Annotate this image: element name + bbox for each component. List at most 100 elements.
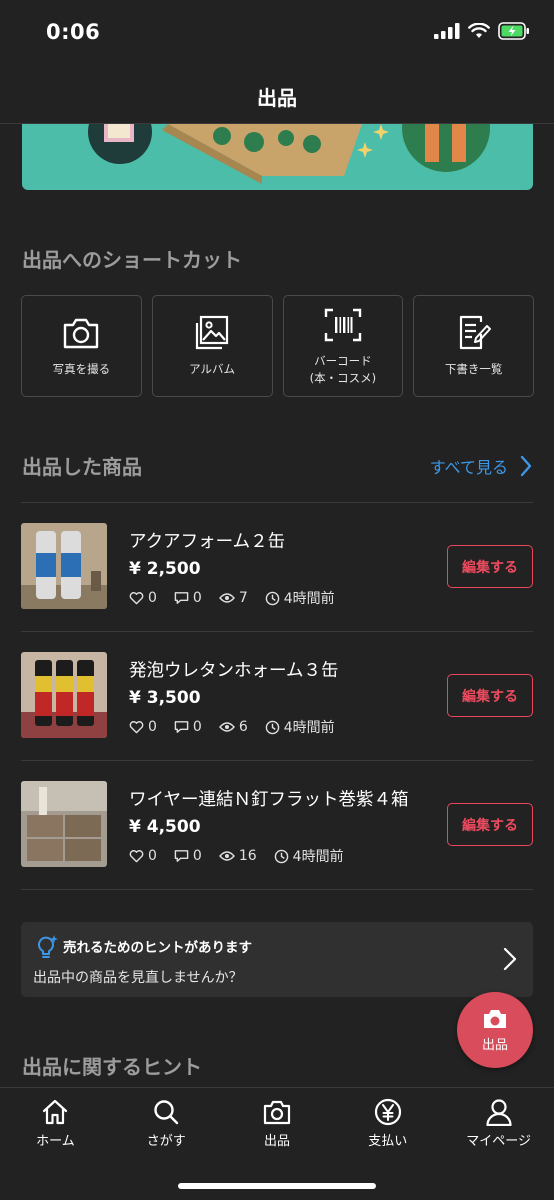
comments-stat: 0 — [174, 719, 202, 735]
likes-stat: 0 — [129, 590, 157, 606]
time-stat: 4時間前 — [265, 588, 335, 608]
item-stats: 0 0 16 4時間前 — [129, 846, 344, 866]
comments-stat: 0 — [174, 848, 202, 864]
tab-label: ホーム — [36, 1134, 75, 1149]
fab-label: 出品 — [481, 1038, 508, 1053]
yen-icon — [374, 1098, 401, 1126]
listed-item[interactable]: 発泡ウレタンホォーム３缶 ¥ 3,500 0 0 6 4時間前 編集する — [21, 631, 533, 760]
heart-icon — [129, 850, 144, 863]
listed-time: 4時間前 — [283, 591, 335, 607]
comment-icon — [174, 721, 189, 733]
likes-count: 0 — [148, 719, 157, 735]
time-stat: 4時間前 — [274, 846, 344, 866]
hint-subtitle: 出品中の商品を見直しませんか？ — [33, 970, 243, 986]
likes-stat: 0 — [129, 848, 157, 864]
tab-home[interactable]: ホーム — [0, 1088, 111, 1200]
likes-stat: 0 — [129, 719, 157, 735]
barcode-icon — [323, 305, 363, 345]
item-stats: 0 0 6 4時間前 — [129, 717, 335, 737]
tab-label: さがす — [146, 1134, 186, 1149]
eye-icon — [218, 851, 235, 861]
wifi-icon — [468, 23, 490, 38]
shortcut-label: バーコード (本・コスメ) — [309, 353, 377, 385]
tips-title: 出品に関するヒント — [22, 1055, 202, 1079]
listed-time: 4時間前 — [283, 720, 335, 736]
camera-icon — [263, 1100, 291, 1125]
eye-icon — [218, 722, 235, 732]
shortcut-album[interactable]: アルバム — [151, 295, 273, 397]
edit-button[interactable]: 編集する — [447, 545, 533, 588]
tab-label: 出品 — [263, 1134, 290, 1149]
see-all-link[interactable]: すべて見る — [430, 454, 532, 478]
likes-count: 0 — [148, 848, 157, 864]
status-bar: 0:06 — [0, 0, 554, 66]
eye-icon — [218, 593, 235, 603]
header: 出品 — [0, 66, 554, 124]
shortcut-barcode[interactable]: バーコード (本・コスメ) — [282, 295, 404, 397]
listed-item[interactable]: ワイヤー連結Ｎ釘フラット巻紫４箱 ¥ 4,500 0 0 16 4時間前 編集す… — [21, 760, 533, 889]
item-title: アクアフォーム２缶 — [129, 532, 286, 552]
comment-icon — [174, 850, 189, 862]
listed-items-title: 出品した商品 — [22, 455, 142, 479]
banner-illustration — [88, 124, 490, 184]
item-thumbnail — [21, 652, 107, 738]
views-stat: 7 — [218, 590, 248, 606]
views-count: 16 — [238, 848, 257, 864]
item-thumbnail — [21, 523, 107, 609]
sell-fab-button[interactable]: 出品 — [457, 992, 533, 1068]
lightbulb-icon — [38, 935, 58, 958]
comments-count: 0 — [192, 590, 202, 606]
home-icon — [43, 1099, 68, 1125]
item-price: ¥ 4,500 — [129, 817, 201, 837]
clock-icon — [265, 720, 280, 734]
comment-icon — [174, 592, 189, 604]
divider — [21, 889, 533, 890]
comments-stat: 0 — [174, 590, 202, 606]
selling-hint-card[interactable]: 売れるためのヒントがあります 出品中の商品を見直しませんか？ — [21, 922, 533, 997]
views-count: 6 — [238, 719, 248, 735]
album-icon — [192, 313, 232, 353]
draft-icon — [454, 313, 494, 353]
status-icons — [434, 22, 530, 40]
likes-count: 0 — [148, 590, 157, 606]
shortcut-label: 写真を撮る — [52, 362, 111, 377]
views-stat: 16 — [218, 848, 257, 864]
shortcuts-title: 出品へのショートカット — [22, 248, 242, 272]
comments-count: 0 — [192, 719, 202, 735]
clock-icon — [274, 849, 288, 863]
search-icon — [154, 1100, 179, 1125]
item-title: ワイヤー連結Ｎ釘フラット巻紫４箱 — [129, 790, 409, 810]
chevron-right-icon — [503, 947, 517, 971]
item-price: ¥ 3,500 — [129, 688, 201, 708]
clock-icon — [265, 591, 280, 605]
shortcut-label: アルバム — [189, 362, 236, 377]
status-time: 0:06 — [46, 20, 101, 44]
promo-banner[interactable] — [22, 124, 533, 190]
tab-label: 支払い — [368, 1134, 408, 1149]
edit-button[interactable]: 編集する — [447, 674, 533, 717]
hint-title: 売れるためのヒントがあります — [63, 940, 252, 956]
comments-count: 0 — [192, 848, 202, 864]
edit-button[interactable]: 編集する — [447, 803, 533, 846]
tab-mypage[interactable]: マイページ — [443, 1088, 554, 1200]
page-title: 出品 — [257, 86, 297, 110]
listed-item[interactable]: アクアフォーム２缶 ¥ 2,500 0 0 7 4時間前 編集する — [21, 502, 533, 631]
camera-icon — [484, 1010, 506, 1028]
time-stat: 4時間前 — [265, 717, 335, 737]
views-count: 7 — [238, 590, 248, 606]
shortcut-drafts[interactable]: 下書き一覧 — [413, 295, 534, 397]
heart-icon — [129, 592, 144, 605]
heart-icon — [129, 721, 144, 734]
listed-time: 4時間前 — [292, 849, 344, 865]
item-thumbnail — [21, 781, 107, 867]
person-icon — [485, 1099, 512, 1126]
views-stat: 6 — [218, 719, 248, 735]
shortcut-take-photo[interactable]: 写真を撮る — [21, 295, 142, 397]
item-title: 発泡ウレタンホォーム３缶 — [129, 661, 339, 681]
shortcuts-grid: 写真を撮る アルバム バーコード (本・コスメ) 下書き一覧 — [21, 295, 534, 397]
see-all-label: すべて見る — [429, 458, 508, 477]
sell-screen: 0:06 出品 出品へのショートカット 写真を撮る アルバム バーコード (本・… — [0, 0, 554, 1200]
home-indicator — [178, 1183, 376, 1189]
item-stats: 0 0 7 4時間前 — [129, 588, 335, 608]
chevron-right-icon — [520, 455, 532, 477]
